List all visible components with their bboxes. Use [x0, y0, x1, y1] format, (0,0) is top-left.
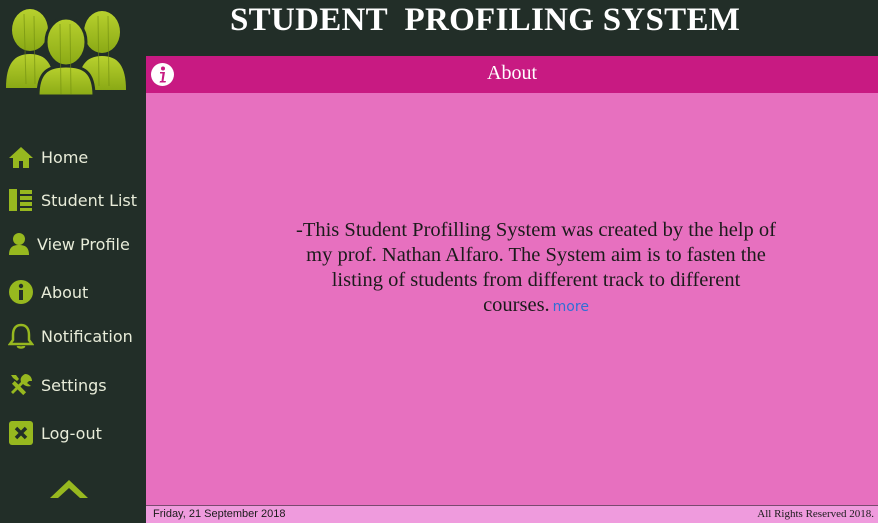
sidebar-item-home[interactable]: Home — [8, 142, 88, 172]
bell-icon — [8, 323, 34, 349]
about-body: -This Student Profilling System was crea… — [296, 219, 776, 316]
sidebar-item-notification[interactable]: Notification — [8, 321, 133, 351]
status-bar: Friday, 21 September 2018 All Rights Res… — [146, 505, 878, 523]
sidebar-item-label: View Profile — [37, 234, 130, 254]
list-icon — [8, 187, 34, 213]
about-text: -This Student Profilling System was crea… — [286, 218, 786, 320]
sidebar-item-label: Home — [41, 147, 89, 167]
status-date: Friday, 21 September 2018 — [153, 508, 286, 520]
tools-icon — [8, 372, 34, 398]
chevron-up-icon[interactable] — [48, 476, 90, 502]
sidebar-item-label: Settings — [41, 375, 107, 395]
sidebar-item-label: About — [41, 282, 89, 302]
sidebar: Home Student List View Profile About Not… — [0, 0, 146, 523]
app-header: STUDENT PROFILING SYSTEM — [146, 0, 878, 56]
home-icon — [8, 144, 34, 170]
sidebar-item-about[interactable]: About — [8, 277, 88, 307]
status-rights: All Rights Reserved 2018. — [757, 508, 874, 520]
page-title-bar: About — [146, 56, 878, 93]
sidebar-item-label: Notification — [41, 326, 133, 346]
logout-x-icon — [8, 420, 34, 446]
sidebar-item-view-profile[interactable]: View Profile — [8, 229, 130, 259]
more-link[interactable]: more — [553, 299, 589, 315]
sidebar-item-label: Student List — [41, 190, 138, 210]
sidebar-item-settings[interactable]: Settings — [8, 370, 107, 400]
sidebar-item-student-list[interactable]: Student List — [8, 185, 137, 215]
users-group-icon — [4, 4, 130, 98]
user-icon — [8, 231, 30, 257]
info-icon — [8, 279, 34, 305]
page-title: About — [487, 62, 537, 84]
app-title: STUDENT PROFILING SYSTEM — [230, 2, 741, 38]
sidebar-item-log-out[interactable]: Log-out — [8, 418, 102, 448]
main-content: -This Student Profilling System was crea… — [146, 93, 878, 505]
sidebar-item-label: Log-out — [41, 423, 102, 443]
